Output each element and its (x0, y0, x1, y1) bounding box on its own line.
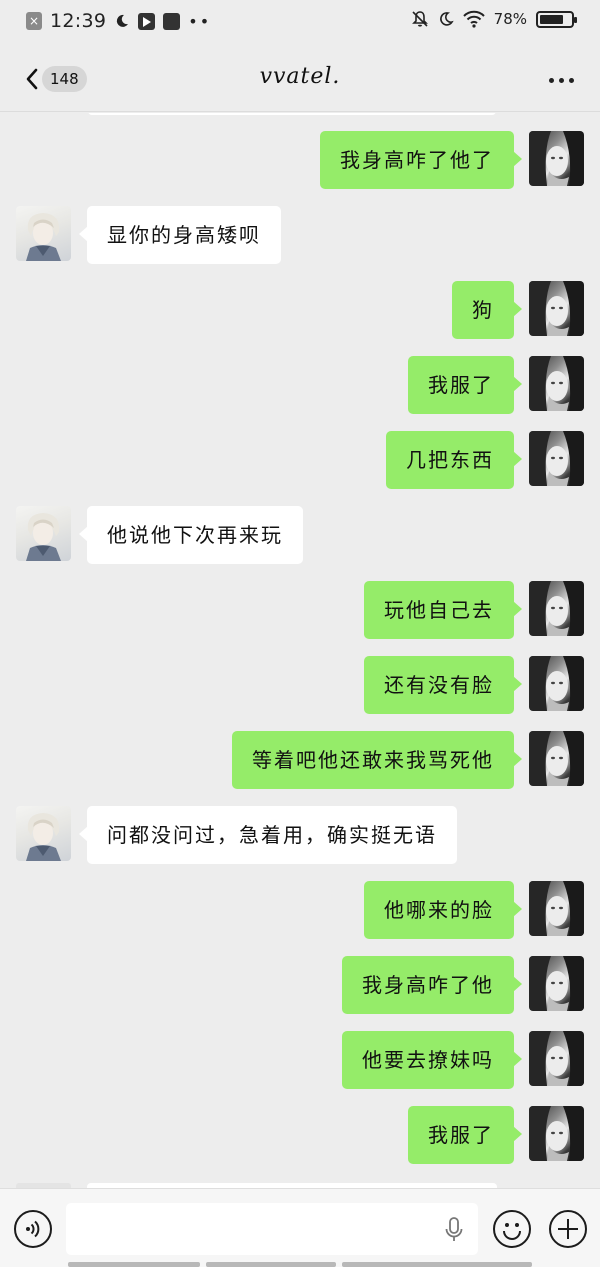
battery-level (540, 14, 563, 24)
previous-message-bubble-edge (88, 113, 496, 115)
notification-close-icon: × (26, 12, 42, 30)
message-row-right: 我服了 (0, 356, 600, 414)
moon-icon (439, 12, 454, 26)
sent-message-bubble[interactable]: 狗 (452, 281, 522, 339)
sent-message-bubble[interactable]: 他哪来的脸 (364, 881, 522, 939)
my-avatar[interactable] (529, 131, 584, 186)
chat-header: 148 vvatel. (0, 46, 600, 112)
message-row-left: 问都没问过，急着用，确实挺无语 (0, 806, 600, 864)
my-avatar[interactable] (529, 656, 584, 711)
chat-title: vvatel. (259, 64, 341, 89)
received-message-bubble[interactable]: 问都没问过，急着用，确实挺无语 (79, 806, 457, 864)
message-row-left: 他说他下次再来玩 (0, 506, 600, 564)
message-row-right: 几把东西 (0, 431, 600, 489)
message-input[interactable] (66, 1203, 478, 1255)
voice-icon[interactable] (14, 1210, 52, 1248)
my-avatar[interactable] (529, 1031, 584, 1086)
more-notifications-dots: •• (188, 11, 212, 31)
gesture-bar-right (342, 1262, 532, 1267)
moon-icon (117, 14, 129, 27)
video-app-icon (138, 12, 156, 30)
battery-icon (536, 10, 577, 28)
status-right: 78% (411, 10, 577, 28)
my-avatar[interactable] (529, 881, 584, 936)
my-avatar[interactable] (529, 281, 584, 336)
message-row-left: 显你的身高矮呗 (0, 206, 600, 264)
app-notification-icon (163, 12, 181, 30)
my-avatar[interactable] (529, 356, 584, 411)
message-row-right: 我服了 (0, 1106, 600, 1164)
my-avatar[interactable] (529, 581, 584, 636)
input-bar (0, 1188, 600, 1267)
contact-avatar[interactable] (16, 506, 71, 561)
message-row-right: 我身高咋了他 (0, 956, 600, 1014)
my-avatar[interactable] (529, 956, 584, 1011)
gesture-bar-left (68, 1262, 200, 1267)
more-dots-icon[interactable] (549, 78, 574, 83)
gesture-bar-middle (206, 1262, 336, 1267)
emoji-icon[interactable] (493, 1210, 531, 1248)
message-row-right: 等着吧他还敢来我骂死他 (0, 731, 600, 789)
contact-avatar[interactable] (16, 206, 71, 261)
my-avatar[interactable] (529, 731, 584, 786)
received-message-bubble[interactable]: 显你的身高矮呗 (79, 206, 281, 264)
wifi-icon (462, 10, 485, 28)
message-list[interactable]: 我身高咋了他了 显你的身高矮呗狗我服了 几把东西 他说他下次再来玩 玩他自己去 还有没有脸… (0, 113, 600, 1188)
status-left: × 12:39 •• (26, 10, 211, 32)
sent-message-bubble[interactable]: 我服了 (408, 1106, 522, 1164)
mic-icon[interactable] (443, 1216, 465, 1244)
sent-message-bubble[interactable]: 我身高咋了他 (342, 956, 522, 1014)
message-row-right: 我身高咋了他了 (0, 131, 600, 189)
received-message-bubble[interactable]: 他说他下次再来玩 (79, 506, 303, 564)
sent-message-bubble[interactable]: 几把东西 (386, 431, 522, 489)
sent-message-bubble[interactable]: 还有没有脸 (364, 656, 522, 714)
plus-icon[interactable] (549, 1210, 587, 1248)
bell-muted-icon (411, 11, 428, 27)
my-avatar[interactable] (529, 431, 584, 486)
my-avatar[interactable] (529, 1106, 584, 1161)
sent-message-bubble[interactable]: 他要去撩妹吗 (342, 1031, 522, 1089)
message-row-right: 还有没有脸 (0, 656, 600, 714)
status-time: 12:39 (50, 10, 107, 32)
message-row-right: 狗 (0, 281, 600, 339)
message-row-right: 玩他自己去 (0, 581, 600, 639)
sent-message-bubble[interactable]: 玩他自己去 (364, 581, 522, 639)
sent-message-bubble[interactable]: 我服了 (408, 356, 522, 414)
status-bar: × 12:39 •• 78% (0, 0, 600, 46)
message-row-right: 他哪来的脸 (0, 881, 600, 939)
message-row-right: 他要去撩妹吗 (0, 1031, 600, 1089)
battery-percent: 78% (493, 10, 527, 28)
sent-message-bubble[interactable]: 等着吧他还敢来我骂死他 (232, 731, 522, 789)
contact-avatar[interactable] (16, 806, 71, 861)
sent-message-bubble[interactable]: 我身高咋了他了 (320, 131, 522, 189)
